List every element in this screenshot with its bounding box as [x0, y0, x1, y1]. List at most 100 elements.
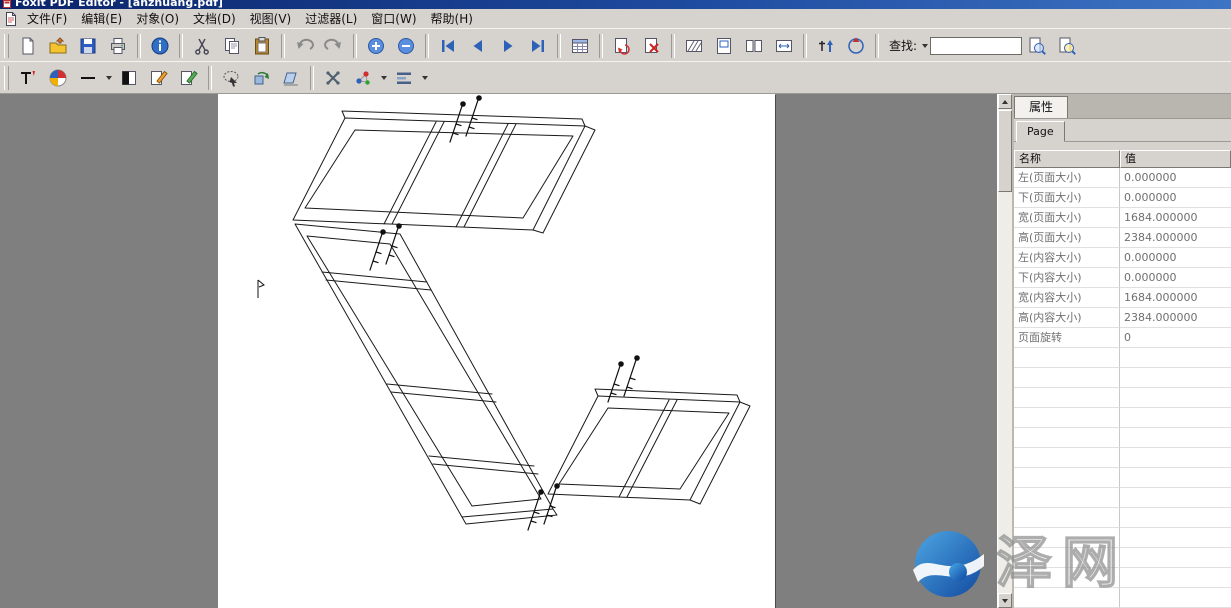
rotate-object-icon: [251, 68, 271, 88]
menu-item-window[interactable]: 窗口(W): [364, 9, 423, 28]
menu-item-object[interactable]: 对象(O): [129, 9, 186, 28]
find-next-button[interactable]: [1053, 33, 1081, 59]
properties-tab[interactable]: 属性: [1014, 96, 1068, 118]
property-row[interactable]: 宽(页面大小)1684.000000: [1014, 208, 1231, 228]
property-row[interactable]: [1014, 568, 1231, 588]
find-options-dropdown[interactable]: [919, 33, 930, 59]
align-dropdown[interactable]: [419, 65, 430, 91]
color-wheel-button[interactable]: [44, 65, 72, 91]
property-row[interactable]: 下(页面大小)0.000000: [1014, 188, 1231, 208]
arrow-down-icon: [1002, 599, 1008, 603]
rotate-page-button[interactable]: [608, 33, 636, 59]
rotate-object-button[interactable]: [247, 65, 275, 91]
next-page-button[interactable]: [494, 33, 522, 59]
panel-title-strip: 属性: [1014, 94, 1231, 119]
property-row[interactable]: 宽(内容大小)1684.000000: [1014, 288, 1231, 308]
scroll-up-button[interactable]: [998, 94, 1012, 109]
toolbar-separator: [671, 34, 675, 58]
open-button[interactable]: [44, 33, 72, 59]
edit-page-button[interactable]: [175, 65, 203, 91]
node-color-button[interactable]: [349, 65, 377, 91]
property-row[interactable]: [1014, 508, 1231, 528]
property-row[interactable]: 高(内容大小)2384.000000: [1014, 308, 1231, 328]
property-row[interactable]: [1014, 468, 1231, 488]
copy-button[interactable]: [218, 33, 246, 59]
property-row[interactable]: [1014, 388, 1231, 408]
property-row[interactable]: 下(内容大小)0.000000: [1014, 268, 1231, 288]
menu-item-edit[interactable]: 编辑(E): [74, 9, 129, 28]
property-row[interactable]: 页面旋转0: [1014, 328, 1231, 348]
pdf-page[interactable]: [218, 94, 775, 608]
scrollbar-thumb[interactable]: [998, 110, 1012, 192]
find-input[interactable]: [930, 37, 1022, 55]
menu-item-document[interactable]: 文档(D): [186, 9, 243, 28]
line-style-button[interactable]: [74, 65, 102, 91]
delete-page-button[interactable]: [638, 33, 666, 59]
page-thumbnails-icon: [570, 36, 590, 56]
node-color-dropdown[interactable]: [378, 65, 389, 91]
line-style-dropdown[interactable]: [103, 65, 114, 91]
toolbar-grip[interactable]: [4, 66, 9, 90]
prev-page-button[interactable]: [464, 33, 492, 59]
text-tool-button[interactable]: [14, 65, 42, 91]
text-up-button[interactable]: [812, 33, 840, 59]
property-row[interactable]: 左(内容大小)0.000000: [1014, 248, 1231, 268]
info-button[interactable]: [146, 33, 174, 59]
zoom-out-icon: [396, 36, 416, 56]
menu-item-file[interactable]: 文件(F): [20, 9, 74, 28]
fit-width-button[interactable]: [770, 33, 798, 59]
property-row[interactable]: [1014, 448, 1231, 468]
toolbar-separator: [875, 34, 879, 58]
property-row[interactable]: [1014, 368, 1231, 388]
new-button[interactable]: [14, 33, 42, 59]
property-row[interactable]: [1014, 348, 1231, 368]
fill-style-button[interactable]: [115, 65, 143, 91]
first-page-button[interactable]: [434, 33, 462, 59]
menu-item-help[interactable]: 帮助(H): [424, 9, 480, 28]
fit-page-icon: [714, 36, 734, 56]
tools-button[interactable]: [319, 65, 347, 91]
property-row[interactable]: [1014, 488, 1231, 508]
toolbar-grip[interactable]: [4, 34, 9, 58]
toolbar-separator: [599, 34, 603, 58]
property-row[interactable]: 左(页面大小)0.000000: [1014, 168, 1231, 188]
property-row[interactable]: [1014, 588, 1231, 608]
page-thumbnails-button[interactable]: [566, 33, 594, 59]
column-header-value[interactable]: 值: [1120, 150, 1231, 168]
property-row[interactable]: [1014, 548, 1231, 568]
property-row[interactable]: 高(页面大小)2384.000000: [1014, 228, 1231, 248]
document-canvas[interactable]: [0, 94, 997, 608]
orientation-button[interactable]: [842, 33, 870, 59]
two-page-view-button[interactable]: [740, 33, 768, 59]
find-prev-button[interactable]: [1023, 33, 1051, 59]
shear-object-button[interactable]: [277, 65, 305, 91]
toolbar-separator: [310, 66, 314, 90]
vertical-scrollbar[interactable]: [997, 94, 1012, 608]
edit-object-button[interactable]: [145, 65, 173, 91]
menu-item-filter[interactable]: 过滤器(L): [298, 9, 364, 28]
zoom-in-button[interactable]: [362, 33, 390, 59]
undo-button[interactable]: [290, 33, 318, 59]
zoom-out-button[interactable]: [392, 33, 420, 59]
column-header-name[interactable]: 名称: [1014, 150, 1120, 168]
select-object-button[interactable]: [217, 65, 245, 91]
property-row[interactable]: [1014, 528, 1231, 548]
scroll-down-button[interactable]: [998, 593, 1012, 608]
document-window-icon[interactable]: [4, 12, 18, 26]
redo-button[interactable]: [320, 33, 348, 59]
hatch-button[interactable]: [680, 33, 708, 59]
last-page-button[interactable]: [524, 33, 552, 59]
cut-button[interactable]: [188, 33, 216, 59]
fit-page-button[interactable]: [710, 33, 738, 59]
align-button[interactable]: [390, 65, 418, 91]
save-button[interactable]: [74, 33, 102, 59]
print-button[interactable]: [104, 33, 132, 59]
menu-item-view[interactable]: 视图(V): [243, 9, 299, 28]
paste-button[interactable]: [248, 33, 276, 59]
text-tool-icon: [18, 68, 38, 88]
content-area: 属性 Page 名称 值 左(页面大小)0.000000下(页面大小)0.000…: [0, 94, 1231, 608]
title-bar[interactable]: Foxit PDF Editor - [anzhuang.pdf]: [0, 0, 1231, 9]
property-row[interactable]: [1014, 428, 1231, 448]
property-row[interactable]: [1014, 408, 1231, 428]
tab-page[interactable]: Page: [1016, 121, 1065, 142]
